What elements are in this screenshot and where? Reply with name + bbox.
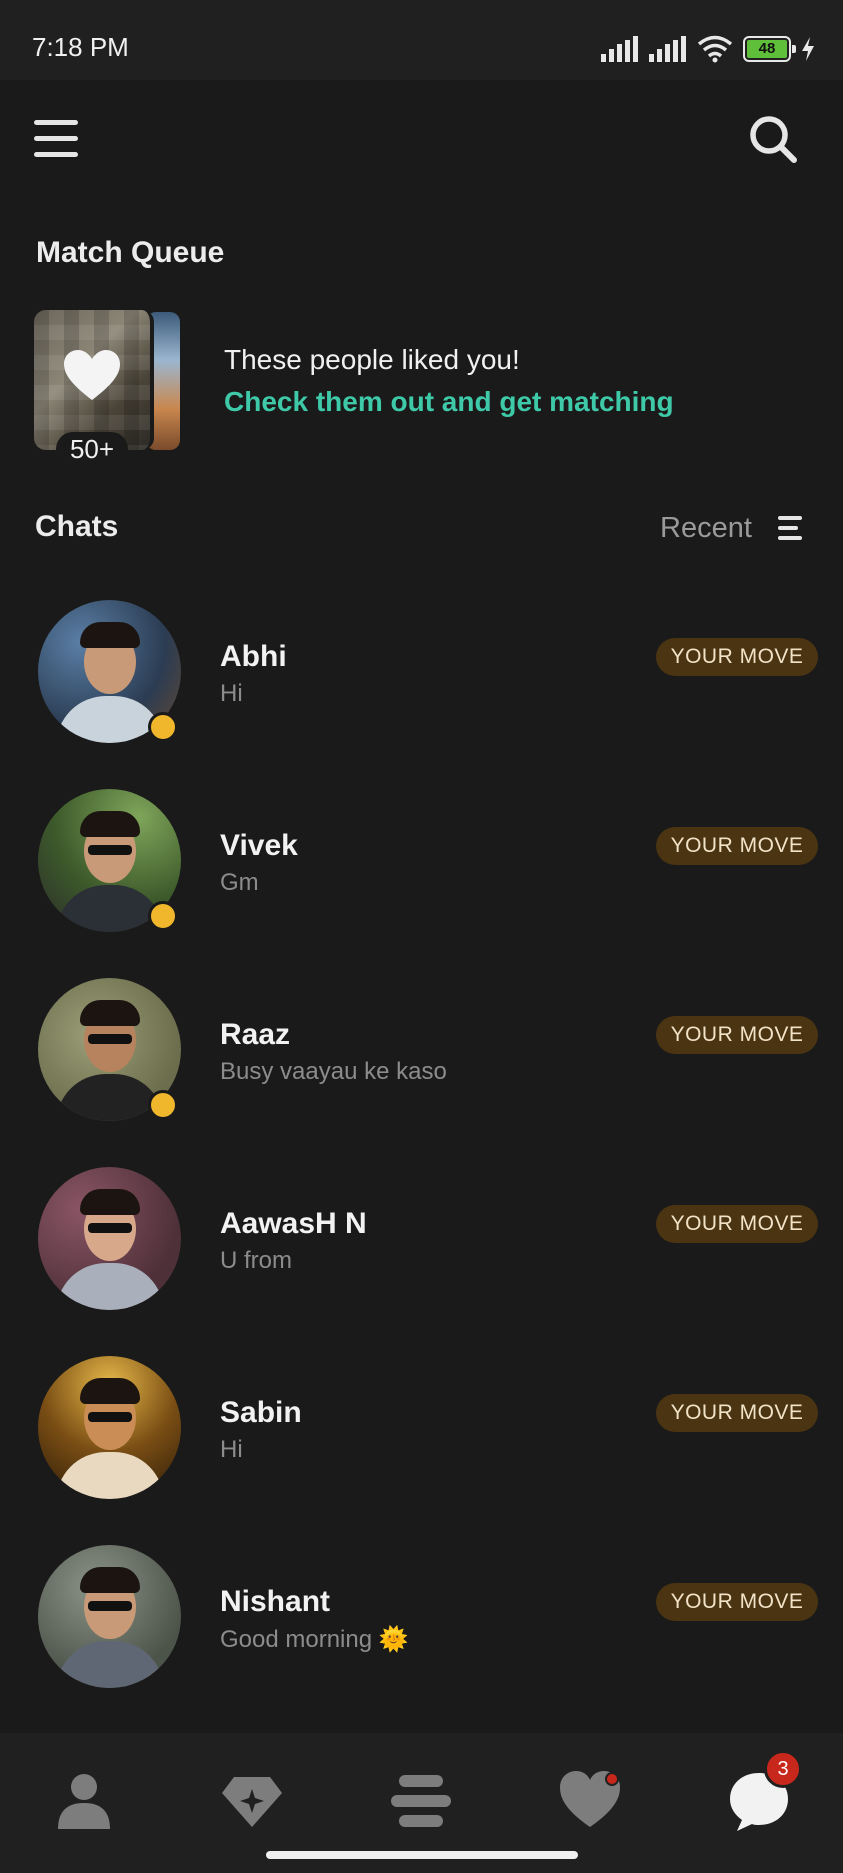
online-indicator — [148, 901, 178, 931]
avatar — [38, 1545, 181, 1688]
heart-icon — [64, 350, 120, 400]
your-move-badge: YOUR MOVE — [656, 1205, 818, 1243]
status-bar: 7:18 PM 48 — [0, 0, 843, 80]
chat-unread-badge: 3 — [764, 1750, 802, 1788]
your-move-badge: YOUR MOVE — [656, 1583, 818, 1621]
chat-last-message: Hi — [220, 1436, 243, 1463]
sort-icon[interactable] — [778, 514, 804, 542]
avatar — [38, 1356, 181, 1499]
chat-last-message: U from — [220, 1247, 292, 1274]
match-queue-headline: These people liked you! — [224, 344, 520, 375]
profile-icon[interactable] — [52, 1769, 116, 1833]
chat-name: AawasH N — [220, 1207, 367, 1240]
chat-name: Vivek — [220, 829, 298, 862]
chat-row[interactable]: Raaz Busy vaayau ke kaso YOUR MOVE — [0, 978, 843, 1128]
match-queue-title: Match Queue — [36, 236, 225, 269]
signal-icon — [649, 36, 686, 62]
chat-last-message: Busy vaayau ke kaso — [220, 1058, 447, 1085]
status-icons: 48 — [601, 34, 815, 64]
liked-you-count: 50+ — [56, 432, 128, 466]
status-time: 7:18 PM — [32, 32, 129, 62]
home-indicator[interactable] — [266, 1851, 578, 1859]
sort-label[interactable]: Recent — [660, 512, 752, 545]
chat-row[interactable]: Abhi Hi YOUR MOVE — [0, 600, 843, 750]
your-move-badge: YOUR MOVE — [656, 638, 818, 676]
online-indicator — [148, 1090, 178, 1120]
chat-last-message: Hi — [220, 680, 243, 707]
chat-row[interactable]: AawasH N U from YOUR MOVE — [0, 1167, 843, 1317]
charging-icon — [802, 37, 814, 61]
chat-row[interactable]: Nishant Good morning 🌞 YOUR MOVE — [0, 1545, 843, 1695]
your-move-badge: YOUR MOVE — [656, 1016, 818, 1054]
chat-last-message: Good morning 🌞 — [220, 1626, 409, 1653]
chat-name: Nishant — [220, 1585, 331, 1618]
battery-level: 48 — [747, 40, 787, 58]
battery-icon: 48 — [743, 36, 796, 62]
chat-name: Raaz — [220, 1018, 291, 1051]
chat-name: Sabin — [220, 1396, 302, 1429]
chat-name: Abhi — [220, 640, 287, 673]
signal-icon — [601, 36, 638, 62]
discover-icon[interactable] — [220, 1769, 284, 1833]
hamburger-menu-icon[interactable] — [34, 118, 80, 160]
chats-title: Chats — [35, 510, 119, 543]
likes-icon[interactable] — [558, 1769, 622, 1833]
chat-row[interactable]: Vivek Gm YOUR MOVE — [0, 789, 843, 939]
match-queue-link[interactable]: Check them out and get matching — [224, 386, 674, 418]
feed-icon[interactable] — [389, 1769, 453, 1833]
match-queue-thumbnail[interactable]: 50+ — [34, 310, 184, 466]
avatar — [38, 1167, 181, 1310]
search-icon[interactable] — [748, 114, 798, 164]
your-move-badge: YOUR MOVE — [656, 827, 818, 865]
chat-row[interactable]: Sabin Hi YOUR MOVE — [0, 1356, 843, 1506]
online-indicator — [148, 712, 178, 742]
your-move-badge: YOUR MOVE — [656, 1394, 818, 1432]
wifi-icon — [697, 35, 733, 63]
chat-last-message: Gm — [220, 869, 259, 896]
